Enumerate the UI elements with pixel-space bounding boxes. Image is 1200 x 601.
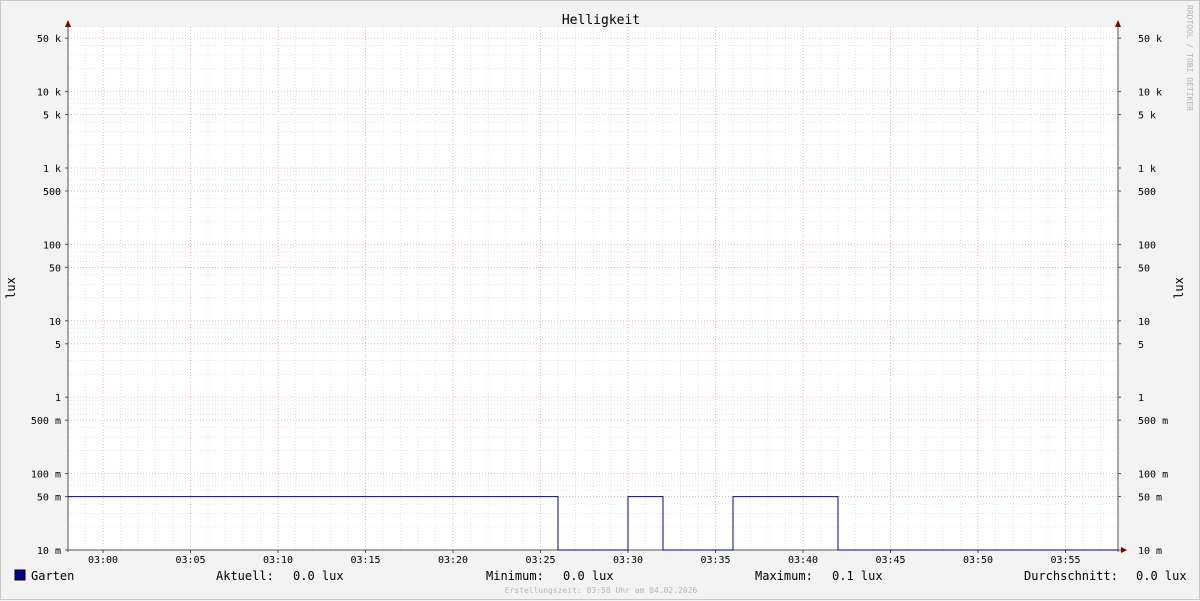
stat-current-value: 0.0 lux: [293, 569, 344, 583]
grid-minor: [67, 26, 1119, 551]
y-tick-label-left: 10 k: [37, 88, 61, 99]
y-tick-label-left: 100 m: [31, 470, 61, 481]
y-tick-label-left: 5: [55, 340, 61, 351]
watermark: RRDTOOL / TOBI OETIKER: [1185, 5, 1194, 111]
y-tick-label-right: 5 k: [1138, 111, 1156, 122]
y-tick-label-left: 500 m: [31, 416, 61, 427]
y-tick-label-right: 50 m: [1138, 493, 1162, 504]
stat-average-value: 0.0 lux: [1136, 569, 1187, 583]
y-tick-label-right: 100: [1138, 240, 1156, 251]
x-tick-label: 03:55: [1050, 555, 1080, 566]
stat-current-label: Aktuell:: [216, 569, 274, 583]
chart-title: Helligkeit: [562, 13, 640, 28]
x-tick-label: 03:20: [438, 555, 468, 566]
chart-frame: 50 k 10 k 5 k 1 k 500 100 50 10 5 1 500 m 100 m 50 m…: [0, 0, 1200, 600]
y-tick-label-left: 50: [49, 263, 61, 274]
y-tick-label-right: 50 k: [1138, 34, 1162, 45]
y-tick-label-left: 100: [43, 240, 61, 251]
x-tick-label: 03:50: [963, 555, 993, 566]
y-tick-label-left: 500: [43, 187, 61, 198]
y-tick-label-right: 50: [1138, 263, 1150, 274]
stat-maximum-label: Maximum:: [755, 569, 813, 583]
y-axis-right-arrow: [1115, 20, 1121, 27]
y-axis-left-arrow: [65, 20, 71, 27]
stat-maximum-value: 0.1 lux: [832, 569, 883, 583]
x-tick-label: 03:05: [175, 555, 205, 566]
x-tick-label: 03:00: [88, 555, 118, 566]
y-tick-label-right: 1 k: [1138, 164, 1156, 175]
y-tick-label-right: 10 m: [1138, 546, 1162, 557]
stat-minimum-value: 0.0 lux: [563, 569, 614, 583]
y-tick-label-left: 50 k: [37, 34, 61, 45]
y-tick-label-right: 10 k: [1138, 88, 1162, 99]
x-tick-label: 03:10: [263, 555, 293, 566]
x-axis-arrow: [1121, 547, 1127, 553]
y-tick-label-right: 100 m: [1138, 470, 1168, 481]
y-axis-label-left: lux: [4, 277, 18, 299]
x-tick-label: 03:45: [875, 555, 905, 566]
stat-minimum-label: Minimum:: [486, 569, 544, 583]
y-tick-label-right: 1: [1138, 393, 1144, 404]
y-tick-label-left: 50 m: [37, 493, 61, 504]
y-tick-label-right: 500: [1138, 187, 1156, 198]
y-tick-label-right: 5: [1138, 340, 1144, 351]
x-tick-label: 03:30: [613, 555, 643, 566]
chart: 50 k 10 k 5 k 1 k 500 100 50 10 5 1 500 m 100 m 50 m…: [4, 5, 1194, 595]
x-tick-labels: 03:00 03:05 03:10 03:15 03:20 03:25 03:30 03:35…: [88, 550, 1081, 566]
y-tick-label-left: 1 k: [43, 164, 61, 175]
legend-series-name: Garten: [31, 569, 74, 583]
legend-swatch: [14, 569, 26, 581]
y-tick-label-right: 10: [1138, 317, 1150, 328]
x-tick-label: 03:25: [525, 555, 555, 566]
x-tick-label: 03:40: [788, 555, 818, 566]
y-tick-label-left: 5 k: [43, 111, 61, 122]
y-tick-label-left: 10: [49, 317, 61, 328]
x-tick-label: 03:35: [700, 555, 730, 566]
y-tick-labels-left: 50 k 10 k 5 k 1 k 500 100 50 10 5 1 500 m 100 m 50 m…: [31, 34, 68, 557]
y-tick-label-left: 1: [55, 393, 61, 404]
y-axis-label-right: lux: [1172, 277, 1186, 299]
stat-average-label: Durchschnitt:: [1024, 569, 1118, 583]
y-tick-label-left: 10 m: [37, 546, 61, 557]
y-tick-label-right: 500 m: [1138, 416, 1168, 427]
x-tick-label: 03:15: [350, 555, 380, 566]
y-tick-labels-right: 50 k 10 k 5 k 1 k 500 100 50 10 5 1 500 m 100 m 50 m…: [1118, 34, 1168, 557]
footer-timestamp: Erstellungszeit: 03:58 Uhr am 04.02.2026: [505, 586, 698, 595]
